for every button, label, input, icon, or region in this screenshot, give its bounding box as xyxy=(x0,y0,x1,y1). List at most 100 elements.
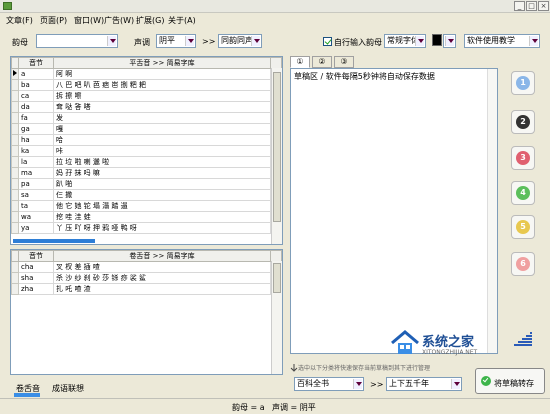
tone-mode-select[interactable]: 同韵同声 xyxy=(218,34,262,48)
menu-item-ads[interactable]: 广告(W) xyxy=(104,15,134,26)
table-row[interactable]: sa 仨 撒 xyxy=(11,189,282,201)
chars-cell[interactable]: 拉 垃 啦 喇 邋 啦 xyxy=(53,156,271,168)
minimize-button[interactable]: _ xyxy=(514,1,525,11)
menu-item-window[interactable]: 窗口(W) xyxy=(74,15,104,26)
chars-cell[interactable]: 叉 杈 差 插 喳 xyxy=(53,261,271,273)
draft-slot-button-4[interactable]: 4 xyxy=(511,181,535,205)
close-button[interactable]: × xyxy=(538,1,549,11)
chars-cell[interactable]: 耷 哒 答 嗒 xyxy=(53,101,271,113)
menu-item-extend[interactable]: 扩展(G) xyxy=(136,15,164,26)
table-row[interactable]: fa 发 xyxy=(11,112,282,124)
table-row[interactable]: ha 哈 xyxy=(11,134,282,146)
chars-cell[interactable]: 八 巴 吧 叭 芭 疤 岜 捌 粑 耙 xyxy=(53,79,271,91)
syllable-cell[interactable]: ya xyxy=(18,222,54,234)
chars-cell[interactable]: 杀 沙 纱 刹 砂 莎 铩 痧 裟 鲨 xyxy=(53,272,271,284)
tutorial-select[interactable]: 软件使用教学 xyxy=(464,34,540,48)
scroll-thumb[interactable] xyxy=(273,72,281,222)
chars-cell[interactable]: 阿 啊 xyxy=(53,68,271,80)
chars-cell[interactable]: 他 它 她 铊 塌 溻 踏 遢 xyxy=(53,200,271,212)
syllable-header[interactable]: 音节 xyxy=(18,57,54,69)
menu-item-article[interactable]: 文章(F) xyxy=(6,15,33,26)
table-row[interactable]: ca 拆 擦 嚓 xyxy=(11,90,282,102)
syllable-header[interactable]: 音节 xyxy=(18,250,54,262)
chars-cell[interactable]: 嘎 xyxy=(53,123,271,135)
chars-cell[interactable]: 趴 啪 xyxy=(53,178,271,190)
chars-header[interactable]: 平舌音 >> 简易字库 xyxy=(53,57,271,69)
table-row[interactable]: da 耷 哒 答 嗒 xyxy=(11,101,282,113)
syllable-cell[interactable]: zha xyxy=(18,283,54,295)
syllable-cell[interactable]: ha xyxy=(18,134,54,146)
table-row[interactable]: pa 趴 啪 xyxy=(11,178,282,190)
category-select[interactable]: 百科全书 xyxy=(294,377,364,391)
syllable-cell[interactable]: ma xyxy=(18,167,54,179)
chars-cell[interactable]: 发 xyxy=(53,112,271,124)
menu-item-page[interactable]: 页面(P) xyxy=(40,15,67,26)
subcategory-select[interactable]: 上下五千年 xyxy=(386,377,462,391)
curled-table-scrollbar[interactable] xyxy=(271,261,282,374)
tone-select[interactable]: 阴平 xyxy=(156,34,196,48)
chars-cell[interactable]: 挖 哇 洼 蛙 xyxy=(53,211,271,223)
maximize-button[interactable]: □ xyxy=(526,1,537,11)
chars-cell[interactable]: 咔 xyxy=(53,145,271,157)
draft-slot-button-6[interactable]: 6 xyxy=(511,252,535,276)
tab-idiom[interactable]: 成语联想 xyxy=(52,383,84,394)
table-row[interactable]: ka 咔 xyxy=(11,145,282,157)
auto-input-checkbox[interactable] xyxy=(323,37,332,46)
syllable-cell[interactable]: da xyxy=(18,101,54,113)
chars-header[interactable]: 卷舌音 >> 简易字库 xyxy=(53,250,271,262)
font-style-select[interactable]: 常规字体 xyxy=(384,34,426,48)
row-indicator xyxy=(11,156,19,168)
syllable-cell[interactable]: sha xyxy=(18,272,54,284)
table-row[interactable]: ta 他 它 她 铊 塌 溻 踏 遢 xyxy=(11,200,282,212)
syllable-cell[interactable]: ta xyxy=(18,200,54,212)
syllable-cell[interactable]: ca xyxy=(18,90,54,102)
syllable-cell[interactable]: ga xyxy=(18,123,54,135)
row-indicator-header xyxy=(11,250,19,262)
table-row[interactable]: ya 丫 压 吖 呀 押 鸦 哑 鸭 呀 xyxy=(11,222,282,234)
table-row[interactable]: ma 妈 孖 抹 吗 嘛 xyxy=(11,167,282,179)
syllable-cell[interactable]: la xyxy=(18,156,54,168)
font-color-dropdown[interactable] xyxy=(443,34,456,48)
table-row[interactable]: la 拉 垃 啦 喇 邋 啦 xyxy=(11,156,282,168)
syllable-cell[interactable]: sa xyxy=(18,189,54,201)
menu-item-about[interactable]: 关于(A) xyxy=(168,15,196,26)
syllable-cell[interactable]: fa xyxy=(18,112,54,124)
editor-scrollbar[interactable] xyxy=(487,69,497,353)
draft-slot-button-3[interactable]: 3 xyxy=(511,146,535,170)
current-row-arrow-icon xyxy=(13,70,17,76)
tab-draft-1[interactable]: ① xyxy=(290,56,310,68)
table-row[interactable]: wa 挖 哇 洼 蛙 xyxy=(11,211,282,223)
draft-slot-button-5[interactable]: 5 xyxy=(511,215,535,239)
table-row[interactable]: sha 杀 沙 纱 刹 砂 莎 铩 痧 裟 鲨 xyxy=(11,272,282,284)
syllable-cell[interactable]: ba xyxy=(18,79,54,91)
syllable-cell[interactable]: pa xyxy=(18,178,54,190)
status-tone: 声调 = 阴平 xyxy=(272,403,316,412)
save-draft-button[interactable]: 将草稿转存 xyxy=(475,368,545,394)
table-row[interactable]: cha 叉 杈 差 插 喳 xyxy=(11,261,282,273)
chars-cell[interactable]: 哈 xyxy=(53,134,271,146)
tab-draft-2[interactable]: ② xyxy=(312,56,332,68)
chars-cell[interactable]: 扎 吒 喳 渣 xyxy=(53,283,271,295)
syllable-cell[interactable]: wa xyxy=(18,211,54,223)
draft-content: 草稿区 / 软件每隔5秒钟将自动保存数据 xyxy=(294,72,435,81)
chars-cell[interactable]: 仨 撒 xyxy=(53,189,271,201)
watermark-house-icon xyxy=(391,330,419,354)
draft-slot-button-2[interactable]: 2 xyxy=(511,110,535,134)
flat-table-scrollbar[interactable] xyxy=(271,68,282,244)
table-row[interactable]: zha 扎 吒 喳 渣 xyxy=(11,283,282,295)
table-row[interactable]: a阿 啊 xyxy=(11,68,282,80)
draft-editor[interactable]: 草稿区 / 软件每隔5秒钟将自动保存数据 xyxy=(290,68,498,354)
chars-cell[interactable]: 妈 孖 抹 吗 嘛 xyxy=(53,167,271,179)
syllable-cell[interactable]: ka xyxy=(18,145,54,157)
syllable-cell[interactable]: cha xyxy=(18,261,54,273)
font-color-swatch[interactable] xyxy=(432,34,442,46)
draft-slot-button-1[interactable]: 1 xyxy=(511,71,535,95)
scroll-thumb[interactable] xyxy=(273,263,281,293)
chars-cell[interactable]: 拆 擦 嚓 xyxy=(53,90,271,102)
syllable-cell[interactable]: a xyxy=(18,68,54,80)
rhyme-select[interactable] xyxy=(36,34,118,48)
table-row[interactable]: ba 八 巴 吧 叭 芭 疤 岜 捌 粑 耙 xyxy=(11,79,282,91)
table-row[interactable]: ga 嘎 xyxy=(11,123,282,135)
chars-cell[interactable]: 丫 压 吖 呀 押 鸦 哑 鸭 呀 xyxy=(53,222,271,234)
tab-draft-3[interactable]: ③ xyxy=(334,56,354,68)
